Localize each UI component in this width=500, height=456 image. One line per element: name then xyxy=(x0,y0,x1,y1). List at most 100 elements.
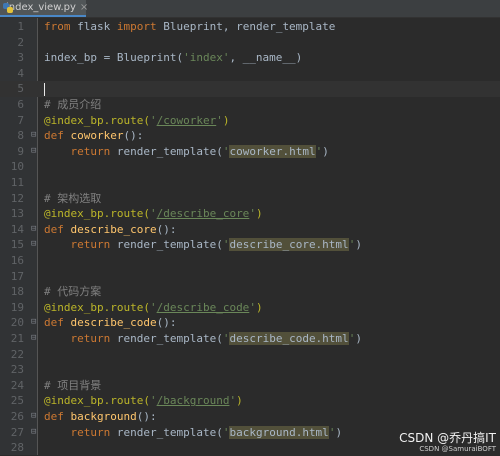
code-line[interactable]: 3 index_bp = Blueprint('index', __name__) xyxy=(0,50,500,66)
code-text: from flask import Blueprint, render_temp… xyxy=(44,19,335,35)
code-token: , __name__) xyxy=(229,51,303,65)
fold-marker-icon[interactable]: ⊟ xyxy=(31,128,36,144)
code-token: (): xyxy=(156,316,177,330)
code-token: def xyxy=(44,316,71,330)
line-number: 25 xyxy=(10,394,24,408)
code-token: Blueprint, render_template xyxy=(156,20,336,33)
fold-marker-icon[interactable]: ⊟ xyxy=(31,409,36,425)
code-text: return render_template('background.html'… xyxy=(44,425,342,441)
code-line[interactable]: 1 from flask import Blueprint, render_tem… xyxy=(0,19,500,35)
code-token: # 代码方案 xyxy=(44,285,102,299)
code-line[interactable]: 18 # 代码方案 xyxy=(0,284,500,300)
code-text: return render_template('coworker.html') xyxy=(44,144,329,160)
code-token: return xyxy=(70,144,111,158)
code-token: @index_bp.route( xyxy=(44,113,150,127)
code-line[interactable]: 20 ⊟ def describe_code(): xyxy=(0,315,500,331)
line-number: 26 xyxy=(10,410,24,423)
line-number: 21 xyxy=(10,332,24,345)
code-line[interactable]: 5 xyxy=(0,81,500,97)
code-token: ) xyxy=(322,144,329,158)
fold-marker-icon[interactable]: ⊟ xyxy=(31,222,36,238)
code-line[interactable]: 9 ⊟ return render_template('coworker.html… xyxy=(0,144,500,160)
code-text: @index_bp.route('/describe_code') xyxy=(44,300,263,316)
code-token: /describe_core xyxy=(156,207,250,221)
code-token: flask xyxy=(70,20,117,33)
code-token: # 架构选取 xyxy=(44,191,102,205)
code-token: /coworker xyxy=(156,113,217,127)
line-number: 17 xyxy=(10,269,24,283)
code-line[interactable]: 14 ⊟ def describe_core(): xyxy=(0,222,500,238)
watermark-main: CSDN @乔丹搞IT xyxy=(399,431,496,445)
line-number: 5 xyxy=(17,82,24,96)
code-line[interactable]: 21 ⊟ return render_template('describe_cod… xyxy=(0,331,500,347)
code-token: ) xyxy=(355,238,362,252)
tab-index-view[interactable]: index_view.py × xyxy=(0,0,88,17)
code-token: # 项目背景 xyxy=(44,378,102,392)
code-token: describe_core.html xyxy=(229,238,349,252)
code-line[interactable]: 8 ⊟ def coworker(): xyxy=(0,128,500,144)
line-number: 1 xyxy=(17,20,24,33)
text-cursor xyxy=(44,82,45,96)
line-number: 23 xyxy=(10,363,24,377)
code-text: # 架构选取 xyxy=(44,191,101,207)
code-line[interactable]: 16 xyxy=(0,253,500,269)
line-number: 7 xyxy=(17,113,24,127)
code-token: describe_core xyxy=(70,222,157,236)
line-number: 14 xyxy=(10,222,24,236)
code-token: (): xyxy=(156,222,177,236)
code-token: ' xyxy=(149,207,157,221)
code-text: @index_bp.route('/describe_core') xyxy=(44,206,263,222)
fold-marker-icon[interactable]: ⊟ xyxy=(31,144,36,160)
code-text: # 代码方案 xyxy=(44,284,101,300)
code-line[interactable]: 11 xyxy=(0,175,500,191)
line-number: 22 xyxy=(10,347,24,361)
code-token: @index_bp.route( xyxy=(44,300,150,314)
code-line[interactable]: 17 xyxy=(0,269,500,285)
line-number: 24 xyxy=(10,378,24,392)
code-line[interactable]: 13 @index_bp.route('/describe_core') xyxy=(0,206,500,222)
watermark: CSDN @乔丹搞IT CSDN @SamuraiBOFT xyxy=(399,429,496,453)
code-token: ' xyxy=(149,113,157,127)
code-token: ' xyxy=(149,300,157,314)
code-line[interactable]: 2 xyxy=(0,35,500,51)
code-token: return xyxy=(70,238,111,252)
fold-marker-icon[interactable]: ⊟ xyxy=(31,331,36,347)
code-token: /describe_code xyxy=(156,300,250,314)
close-icon[interactable]: × xyxy=(80,2,88,13)
code-token: render_template( xyxy=(110,238,223,252)
code-token: coworker.html xyxy=(229,144,316,158)
code-line[interactable]: 26 ⊟ def background(): xyxy=(0,409,500,425)
tab-title: index_view.py xyxy=(6,2,76,13)
fold-marker-icon[interactable]: ⊟ xyxy=(31,425,36,441)
line-number: 13 xyxy=(10,207,24,221)
code-text: # 项目背景 xyxy=(44,378,101,394)
line-number: 6 xyxy=(17,98,24,111)
fold-marker-icon[interactable]: ⊟ xyxy=(31,237,36,253)
code-line[interactable]: 15 ⊟ return render_template('describe_cor… xyxy=(0,237,500,253)
code-line[interactable]: 12 # 架构选取 xyxy=(0,191,500,207)
code-line[interactable]: 6 # 成员介绍 xyxy=(0,97,500,113)
code-token: /background xyxy=(156,394,230,408)
code-token: ' xyxy=(249,300,256,314)
code-line[interactable]: 24 # 项目背景 xyxy=(0,378,500,394)
watermark-sub: CSDN @SamuraiBOFT xyxy=(419,445,496,453)
code-text: def background(): xyxy=(44,409,157,425)
code-line[interactable]: 25 @index_bp.route('/background') xyxy=(0,393,500,409)
code-line[interactable]: 23 xyxy=(0,362,500,378)
line-number: 20 xyxy=(10,316,24,330)
code-token: index_bp = Blueprint( xyxy=(44,51,184,65)
code-token: def xyxy=(44,410,71,423)
code-line[interactable]: 19 @index_bp.route('/describe_code') xyxy=(0,300,500,316)
line-number: 8 xyxy=(17,129,24,143)
code-token: ' xyxy=(249,207,256,221)
code-line[interactable]: 7 @index_bp.route('/coworker') xyxy=(0,113,500,129)
code-text: @index_bp.route('/background') xyxy=(44,393,243,409)
line-number: 16 xyxy=(10,254,24,267)
code-line[interactable]: 10 xyxy=(0,159,500,175)
code-token: import xyxy=(116,20,157,33)
fold-marker-icon[interactable]: ⊟ xyxy=(31,315,36,331)
code-line[interactable]: 22 xyxy=(0,347,500,363)
code-line[interactable]: 4 xyxy=(0,66,500,82)
